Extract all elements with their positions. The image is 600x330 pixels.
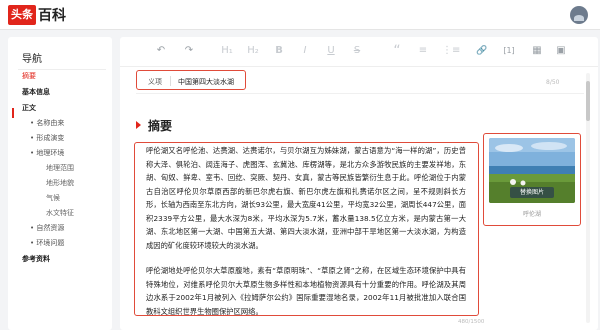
nav-item-basic-info[interactable]: 基本信息: [22, 87, 50, 97]
image-caption[interactable]: 呼伦湖: [489, 209, 575, 218]
meaning-field-label: 义项: [148, 78, 162, 86]
heading1-button[interactable]: H₁: [220, 45, 234, 57]
nav-item-geo-range[interactable]: 地理范围: [46, 163, 74, 173]
nav-item-env-issues-label: 环境问题: [36, 239, 65, 247]
quote-icon[interactable]: “: [390, 44, 404, 58]
logo[interactable]: 头条 百科: [8, 5, 66, 25]
meaning-field-separator: [170, 76, 171, 86]
image-icon[interactable]: ▣: [554, 45, 568, 57]
ordered-list-icon[interactable]: ⋮≡: [442, 45, 460, 57]
nav-item-terrain[interactable]: 地形地貌: [46, 178, 74, 188]
underline-button[interactable]: U: [324, 45, 338, 57]
nav-title: 导航: [22, 54, 42, 65]
bold-button[interactable]: B: [272, 45, 286, 57]
nav-active-indicator: [12, 108, 14, 118]
reference-icon[interactable]: [1]: [500, 45, 518, 57]
nav-item-geo-env[interactable]: • 地理环境: [30, 148, 64, 158]
section-title: 摘要: [148, 119, 173, 133]
nav-item-references[interactable]: 参考资料: [22, 254, 50, 264]
nav-item-name-origin[interactable]: • 名称由来: [30, 118, 64, 128]
nav-item-geo-env-label: 地理环境: [36, 149, 65, 157]
editor-panel: ↶ ↷ H₁ H₂ B I U S “ ≡ ⋮≡ 🔗 [1] ▦ ▣ 义项 中国…: [120, 37, 598, 330]
avatar[interactable]: [570, 6, 588, 24]
field-underline: [136, 93, 584, 94]
logo-mark: 头条: [8, 5, 36, 25]
nav-item-hydrology[interactable]: 水文特征: [46, 208, 74, 218]
nav-item-name-origin-label: 名称由来: [36, 119, 65, 127]
nav-item-formation-label: 形成演变: [36, 134, 65, 142]
top-bar: 头条 百科: [0, 0, 600, 30]
nav-item-natural-resources-label: 自然资源: [36, 224, 65, 232]
sidebar-nav: 导航 摘要 基本信息 正文 • 名称由来 • 形成演变 • 地理环境 地理范围 …: [8, 37, 112, 330]
nav-item-env-issues[interactable]: • 环境问题: [30, 238, 64, 248]
nav-item-formation[interactable]: • 形成演变: [30, 133, 64, 143]
nav-item-summary[interactable]: 摘要: [22, 71, 36, 81]
meaning-field-input[interactable]: 中国第四大淡水湖: [178, 77, 234, 87]
bullet-list-icon[interactable]: ≡: [416, 45, 430, 57]
replace-image-button[interactable]: 替换图片: [510, 187, 554, 198]
table-icon[interactable]: ▦: [530, 45, 544, 57]
redo-icon[interactable]: ↷: [182, 45, 196, 57]
undo-icon[interactable]: ↶: [154, 45, 168, 57]
logo-text: 百科: [38, 8, 66, 24]
summary-paragraph-1[interactable]: 呼伦湖又名呼伦池、达赉湖、达赉诺尔，与贝尔湖互为姊妹湖，蒙古语意为“海一样的湖”…: [146, 144, 466, 252]
nav-item-body[interactable]: 正文: [22, 103, 36, 113]
word-count: 480/1500: [458, 319, 485, 325]
summary-paragraph-2[interactable]: 呼伦湖地处呼伦贝尔大草原腹地，素有“草原明珠”、“草原之肾”之称，在区域生态环境…: [146, 264, 466, 318]
italic-button[interactable]: I: [298, 45, 312, 57]
nav-item-climate[interactable]: 气候: [46, 193, 60, 203]
editor-toolbar: ↶ ↷ H₁ H₂ B I U S “ ≡ ⋮≡ 🔗 [1] ▦ ▣: [120, 37, 598, 67]
nav-item-natural-resources[interactable]: • 自然资源: [30, 223, 64, 233]
meaning-field-count: 8/50: [546, 79, 560, 86]
scrollbar-thumb[interactable]: [586, 81, 590, 121]
nav-divider: [18, 69, 106, 70]
heading2-button[interactable]: H₂: [246, 45, 260, 57]
strikethrough-button[interactable]: S: [350, 45, 364, 57]
section-collapse-icon[interactable]: [136, 121, 141, 129]
link-icon[interactable]: 🔗: [475, 45, 489, 57]
